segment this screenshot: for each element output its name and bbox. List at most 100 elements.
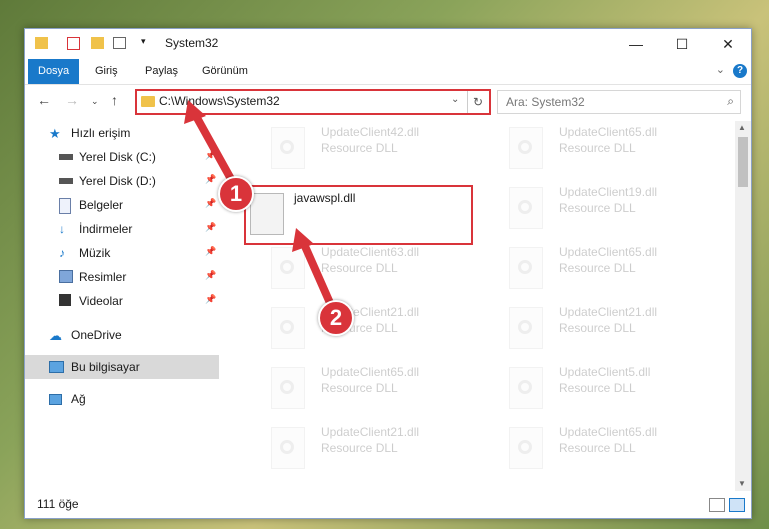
- chevron-down-icon[interactable]: ⌄: [716, 63, 725, 76]
- maximize-button[interactable]: ☐: [659, 29, 705, 59]
- pin-icon[interactable]: 📌: [205, 150, 216, 161]
- list-item[interactable]: UpdateClient19.dll Resource DLL: [503, 181, 723, 237]
- file-name: UpdateClient65.dll: [559, 425, 658, 439]
- address-bar[interactable]: C:\Windows\System32 ⌄ ↻: [135, 89, 491, 115]
- search-icon[interactable]: ⌕: [727, 94, 734, 109]
- customize-toolbar-icon[interactable]: ▾: [141, 36, 146, 47]
- file-name: UpdateClient19.dll: [559, 185, 658, 199]
- list-item[interactable]: UpdateClient21.dll Resource DLL: [265, 301, 485, 357]
- help-icon[interactable]: ?: [733, 64, 747, 78]
- status-bar: 111 öğe: [25, 493, 751, 517]
- computer-icon: [49, 361, 64, 373]
- sidebar-item-music[interactable]: ♪ Müzik 📌: [25, 241, 219, 265]
- list-item[interactable]: UpdateClient5.dll Resource DLL: [503, 361, 723, 417]
- recent-locations-icon[interactable]: ⌄: [91, 96, 99, 107]
- list-item[interactable]: UpdateClient42.dll Resource DLL: [265, 121, 485, 177]
- sidebar-item-drive-d[interactable]: Yerel Disk (D:) 📌: [25, 169, 219, 193]
- file-name: UpdateClient42.dll: [321, 125, 420, 139]
- large-icons-view-icon[interactable]: [729, 498, 745, 512]
- vertical-scrollbar[interactable]: ▲ ▼: [735, 121, 751, 491]
- back-arrow-icon[interactable]: ←: [37, 92, 51, 108]
- sidebar-item-network[interactable]: Ağ: [25, 387, 219, 411]
- up-arrow-icon[interactable]: ↑: [111, 92, 118, 108]
- folder-icon: [141, 96, 155, 107]
- folder-icon[interactable]: [35, 37, 48, 49]
- file-name: UpdateClient21.dll: [321, 425, 420, 439]
- sidebar-item-onedrive[interactable]: ☁ OneDrive: [25, 323, 219, 347]
- refresh-icon[interactable]: ↻: [467, 91, 488, 113]
- tab-view[interactable]: Görünüm: [192, 59, 258, 84]
- network-icon: [49, 394, 62, 405]
- scroll-up-icon[interactable]: ▲: [738, 123, 746, 132]
- music-icon: ♪: [59, 246, 65, 260]
- sidebar-item-quick-access[interactable]: ★ Hızlı erişim: [25, 121, 219, 145]
- sidebar-item-label: Resimler: [79, 270, 127, 284]
- star-icon: ★: [49, 126, 61, 141]
- sidebar-item-documents[interactable]: Belgeler 📌: [25, 193, 219, 217]
- navigation-bar: ← → ⌄ ↑ C:\Windows\System32 ⌄ ↻ Ara: Sys…: [25, 87, 751, 115]
- explorer-window: ▾ System32 — ☐ ✕ Dosya Giriş Paylaş Görü…: [24, 28, 752, 519]
- list-item[interactable]: UpdateClient21.dll Resource DLL: [503, 301, 723, 357]
- sidebar-item-label: Yerel Disk (D:): [79, 174, 156, 188]
- pin-icon[interactable]: 📌: [205, 198, 216, 209]
- sidebar-item-this-pc[interactable]: Bu bilgisayar: [25, 355, 219, 379]
- tab-share[interactable]: Paylaş: [135, 59, 188, 84]
- dll-file-icon: [271, 367, 305, 409]
- documents-icon: [59, 198, 71, 214]
- pin-icon[interactable]: 📌: [205, 270, 216, 281]
- file-type: Resource DLL: [559, 321, 636, 335]
- list-item[interactable]: UpdateClient65.dll Resource DLL: [265, 361, 485, 417]
- sidebar-item-label: Bu bilgisayar: [71, 360, 140, 374]
- sidebar-item-downloads[interactable]: ↓ İndirmeler 📌: [25, 217, 219, 241]
- quick-access-dropdown-icon[interactable]: [113, 37, 126, 49]
- file-type: Resource DLL: [559, 441, 636, 455]
- sidebar-item-drive-c[interactable]: Yerel Disk (C:) 📌: [25, 145, 219, 169]
- highlighted-file[interactable]: javawspl.dll: [244, 185, 473, 245]
- window-title: System32: [165, 36, 219, 50]
- pin-icon[interactable]: 📌: [205, 294, 216, 305]
- sidebar-item-label: Belgeler: [79, 198, 124, 212]
- address-path[interactable]: C:\Windows\System32: [159, 94, 280, 108]
- list-item[interactable]: UpdateClient63.dll Resource DLL: [265, 241, 485, 297]
- minimize-button[interactable]: —: [613, 29, 659, 59]
- file-name: UpdateClient5.dll: [559, 365, 651, 379]
- sidebar-item-pictures[interactable]: Resimler 📌: [25, 265, 219, 289]
- file-type: Resource DLL: [559, 141, 636, 155]
- dll-file-icon: [271, 307, 305, 349]
- properties-icon[interactable]: [67, 37, 80, 50]
- search-placeholder: Ara: System32: [506, 95, 585, 109]
- sidebar-item-label: Müzik: [79, 246, 111, 260]
- file-type: Resource DLL: [321, 441, 398, 455]
- tab-file[interactable]: Dosya: [28, 59, 80, 84]
- sidebar-item-label: İndirmeler: [79, 222, 133, 236]
- file-name: UpdateClient65.dll: [559, 125, 658, 139]
- list-item[interactable]: UpdateClient65.dll Resource DLL: [503, 241, 723, 297]
- pin-icon[interactable]: 📌: [205, 222, 216, 233]
- new-folder-icon[interactable]: [91, 37, 104, 49]
- dll-file-icon: [509, 247, 543, 289]
- callout-badge: 1: [218, 176, 254, 212]
- file-type: Resource DLL: [559, 201, 636, 215]
- list-item[interactable]: UpdateClient65.dll Resource DLL: [503, 121, 723, 177]
- search-input[interactable]: Ara: System32 ⌕: [497, 90, 741, 114]
- list-item[interactable]: UpdateClient65.dll Resource DLL: [503, 421, 723, 477]
- dll-file-icon: [509, 127, 543, 169]
- list-item[interactable]: UpdateClient21.dll Resource DLL: [265, 421, 485, 477]
- title-bar: ▾ System32 — ☐ ✕: [25, 29, 751, 59]
- scroll-thumb[interactable]: [738, 137, 748, 187]
- tab-home[interactable]: Giriş: [85, 59, 128, 84]
- pin-icon[interactable]: 📌: [205, 246, 216, 257]
- pin-icon[interactable]: 📌: [205, 174, 216, 185]
- forward-arrow-icon[interactable]: →: [65, 92, 79, 108]
- dll-file-icon: [509, 427, 543, 469]
- pictures-icon: [59, 270, 73, 283]
- downloads-icon: ↓: [59, 222, 65, 236]
- chevron-down-icon[interactable]: ⌄: [451, 94, 459, 105]
- drive-icon: [59, 154, 73, 160]
- sidebar-item-videos[interactable]: Videolar 📌: [25, 289, 219, 313]
- file-type: Resource DLL: [321, 381, 398, 395]
- close-button[interactable]: ✕: [705, 29, 751, 59]
- scroll-down-icon[interactable]: ▼: [738, 479, 746, 488]
- sidebar-item-label: Yerel Disk (C:): [79, 150, 156, 164]
- details-view-icon[interactable]: [709, 498, 725, 512]
